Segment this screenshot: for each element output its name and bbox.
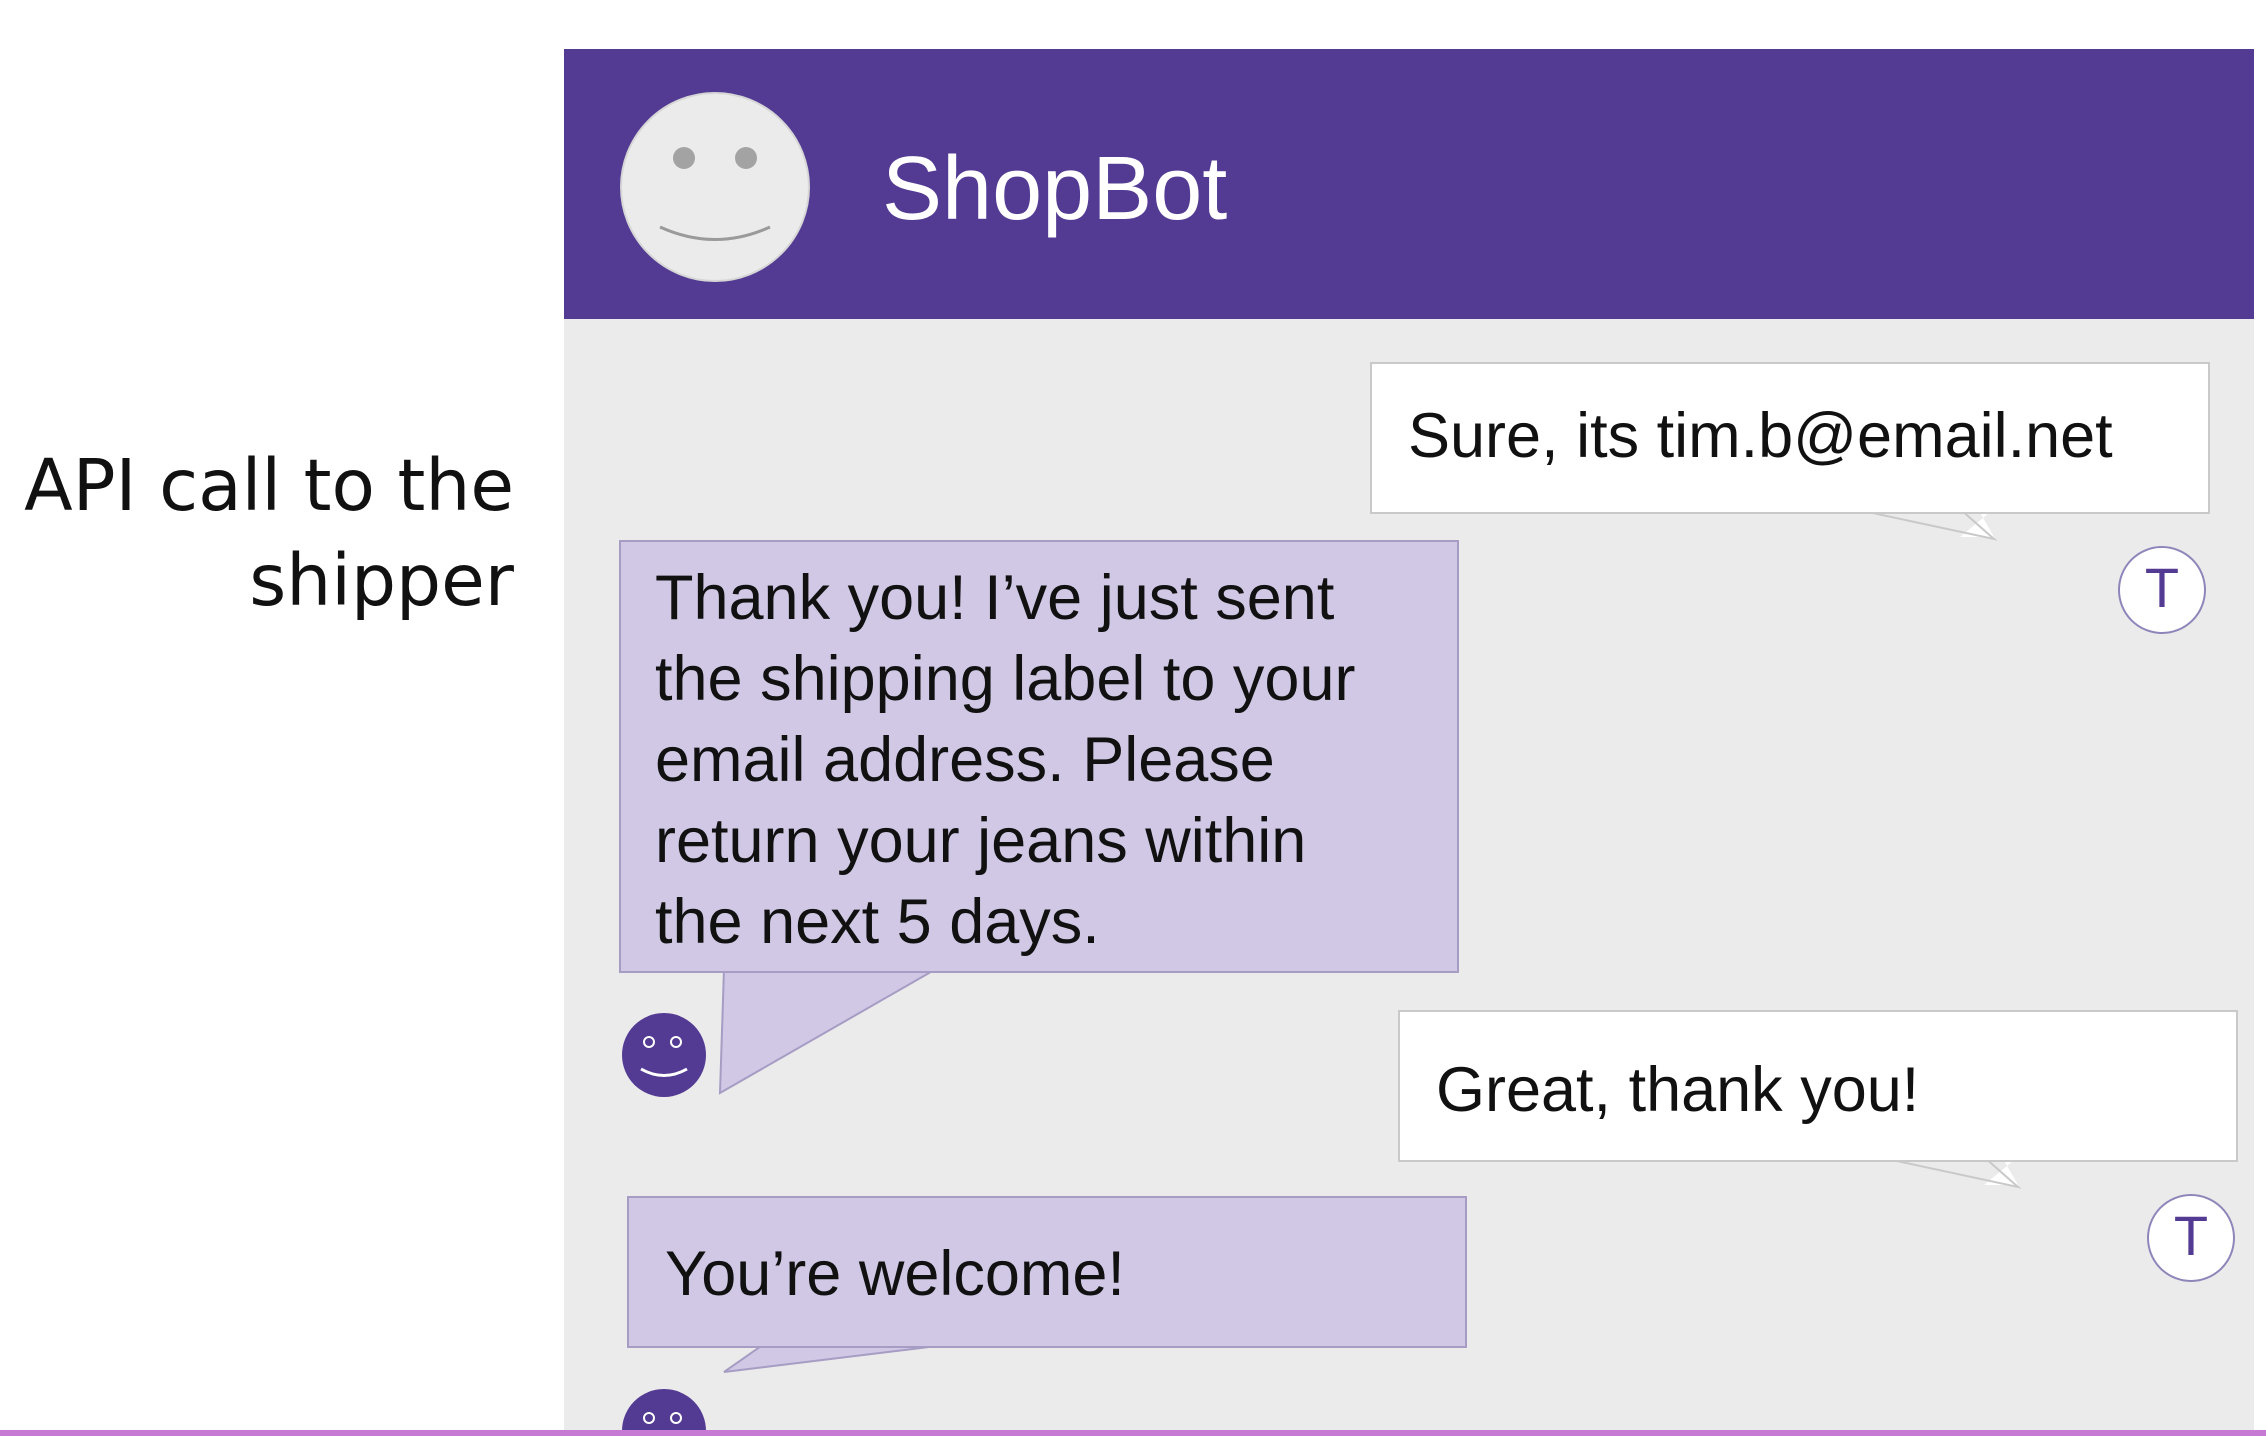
bubble-tail <box>1877 1156 2022 1189</box>
bubble-tail <box>723 1341 955 1373</box>
message-line: Thank you! I’ve just sent <box>655 563 1335 633</box>
bubble-tail <box>718 966 937 1095</box>
message-line: the shipping label to your <box>655 644 1356 714</box>
message-line: return your jeans within <box>655 806 1307 876</box>
annotation-line-1: API call to the <box>24 444 514 527</box>
annotation-label: API call to the shipper <box>20 438 514 628</box>
bot-avatar-smiley-icon <box>622 1013 706 1097</box>
annotation-line-2: shipper <box>249 539 514 622</box>
bubble-tail <box>1853 508 1998 541</box>
chat-window: ShopBot Sure, its tim.b@email.net T Than… <box>564 49 2254 1436</box>
user-avatar-letter: T <box>2145 556 2179 619</box>
bot-avatar-smiley-icon <box>622 1389 706 1436</box>
message-bubble-bot: You’re welcome! <box>627 1196 1467 1348</box>
bottom-accent-bar <box>0 1430 2266 1436</box>
chat-title: ShopBot <box>882 139 1228 239</box>
user-avatar-letter: T <box>2174 1204 2208 1267</box>
message-bubble-bot: Thank you! I’ve just sent the shipping l… <box>619 540 1459 973</box>
smiley-face-icon <box>620 92 810 282</box>
chat-header: ShopBot <box>564 49 2254 319</box>
user-avatar: T <box>2147 1194 2235 1282</box>
message-bubble-user: Sure, its tim.b@email.net <box>1370 362 2210 514</box>
message-text: Sure, its tim.b@email.net <box>1408 401 2113 471</box>
message-bubble-user: Great, thank you! <box>1398 1010 2238 1162</box>
message-line: the next 5 days. <box>655 887 1100 957</box>
message-text: You’re welcome! <box>665 1239 1125 1309</box>
message-text: Great, thank you! <box>1436 1055 1920 1125</box>
user-avatar: T <box>2118 546 2206 634</box>
message-line: email address. Please <box>655 725 1275 795</box>
